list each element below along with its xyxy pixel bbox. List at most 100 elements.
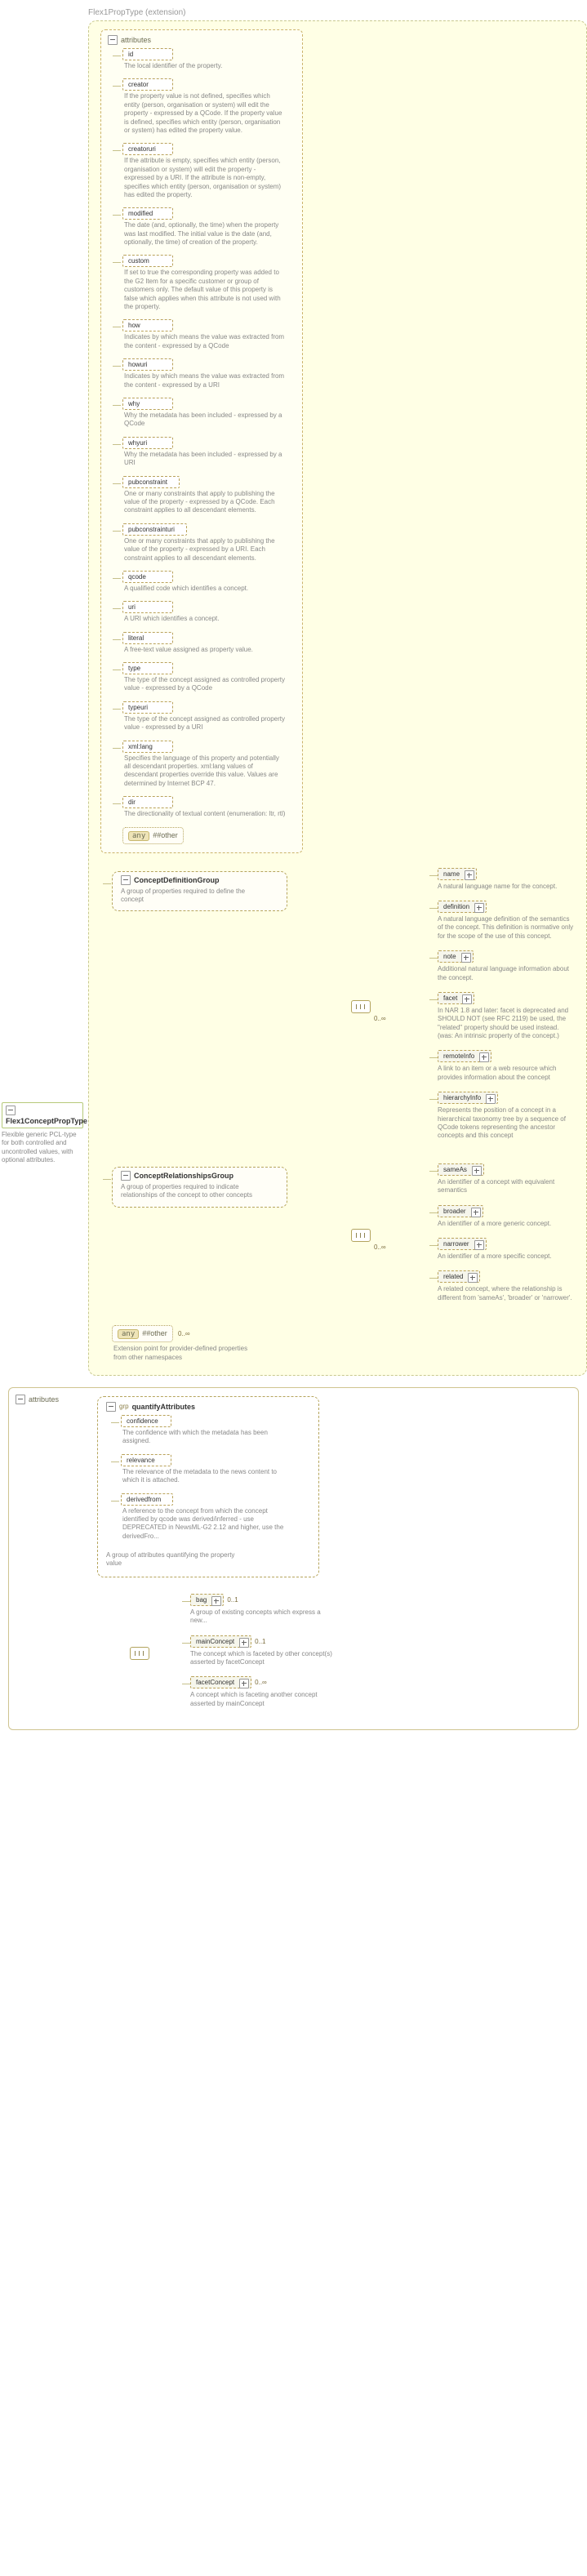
collapse-icon[interactable] — [6, 1106, 16, 1115]
attr-box[interactable]: xml:lang — [122, 741, 173, 753]
attr-desc: One or many constraints that apply to pu… — [122, 488, 287, 515]
expand-icon[interactable] — [239, 1679, 249, 1688]
attr-box[interactable]: pubconstraint — [122, 476, 180, 488]
element-box[interactable]: hierarchyInfo — [438, 1092, 498, 1104]
extension-point-desc: Extension point for provider-defined pro… — [113, 1342, 260, 1362]
attr-box[interactable]: derivedfrom — [121, 1493, 173, 1506]
attr-box[interactable]: typeuri — [122, 701, 173, 714]
element-box[interactable]: facet — [438, 992, 474, 1004]
element-desc: Additional natural language information … — [438, 963, 575, 982]
attr-box[interactable]: uri — [122, 601, 173, 613]
element-box[interactable]: note — [438, 950, 474, 963]
attr-box[interactable]: modified — [122, 207, 173, 220]
attr-box[interactable]: creator — [122, 78, 173, 91]
collapse-icon[interactable] — [121, 875, 131, 885]
group-title: ConceptRelationshipsGroup — [134, 1172, 233, 1180]
attr-box[interactable]: how — [122, 319, 173, 331]
expand-icon[interactable] — [486, 1094, 496, 1104]
element-mainconcept: mainConcept0..1 The concept which is face… — [190, 1635, 570, 1667]
element-box[interactable]: related — [438, 1270, 480, 1283]
attr-box[interactable]: qcode — [122, 571, 173, 583]
element-desc: A link to an item or a web resource whic… — [438, 1062, 575, 1082]
occurrence: 0..1 — [251, 1638, 265, 1645]
element-bag: bag0..1 A group of existing concepts whic… — [190, 1594, 570, 1626]
element-sameas: sameAsAn identifier of a concept with eq… — [438, 1163, 575, 1195]
attr-box[interactable]: whyuri — [122, 437, 173, 449]
occurrence: 0..∞ — [251, 1679, 267, 1686]
element-broader: broaderAn identifier of a more generic c… — [438, 1205, 575, 1228]
attr-box[interactable]: id — [122, 48, 173, 60]
element-note: noteAdditional natural language informat… — [438, 950, 575, 982]
attr-box[interactable]: creatoruri — [122, 143, 173, 155]
group-desc: A group of properties required to define… — [121, 885, 260, 905]
sequence-connector: 0..∞ — [287, 1159, 434, 1312]
collapse-icon[interactable] — [108, 35, 118, 45]
attr-box[interactable]: pubconstrainturi — [122, 523, 187, 536]
attr-desc: The relevance of the metadata to the new… — [121, 1466, 286, 1485]
root-type-name: Flex1ConceptPropType — [6, 1117, 87, 1125]
collapse-icon[interactable] — [16, 1395, 25, 1404]
attr-box[interactable]: literal — [122, 632, 173, 644]
element-desc: A group of existing concepts which expre… — [190, 1606, 337, 1626]
attr-box[interactable]: type — [122, 662, 173, 674]
attr-desc: If set to true the corresponding propert… — [122, 267, 287, 311]
attr-xml-lang: xml:langSpecifies the language of this p… — [122, 741, 296, 789]
attr-box[interactable]: why — [122, 398, 173, 410]
attr-box[interactable]: dir — [122, 796, 173, 808]
element-facetconcept: facetConcept0..∞ A concept which is facet… — [190, 1676, 570, 1708]
expand-icon[interactable] — [211, 1596, 221, 1606]
element-box[interactable]: definition — [438, 901, 487, 913]
element-desc: The concept which is faceted by other co… — [190, 1648, 337, 1667]
attr-desc: One or many constraints that apply to pu… — [122, 536, 287, 563]
element-name: nameA natural language name for the conc… — [438, 868, 575, 891]
collapse-icon[interactable] — [121, 1171, 131, 1181]
attr-box[interactable]: relevance — [121, 1454, 171, 1466]
occurrence: 0..1 — [224, 1596, 238, 1604]
element-box[interactable]: sameAs — [438, 1163, 484, 1176]
expand-icon[interactable] — [462, 994, 472, 1004]
attr-desc: Indicates by which means the value was e… — [122, 331, 287, 350]
expand-icon[interactable] — [239, 1638, 249, 1648]
attr-modified: modifiedThe date (and, optionally, the t… — [122, 207, 296, 247]
attr-desc: Indicates by which means the value was e… — [122, 371, 287, 389]
expand-icon[interactable] — [472, 1166, 482, 1176]
attr-desc: A URI which identifies a concept. — [122, 613, 287, 623]
group-name: quantifyAttributes — [132, 1403, 196, 1411]
expand-icon[interactable] — [468, 1273, 478, 1283]
element-box[interactable]: name — [438, 868, 477, 880]
expand-icon[interactable] — [461, 953, 471, 963]
sequence-connector — [97, 1589, 187, 1718]
expand-icon[interactable] — [465, 870, 474, 880]
attr-desc: A reference to the concept from which th… — [121, 1506, 286, 1542]
attr-box[interactable]: custom — [122, 255, 173, 267]
element-hierarchyinfo: hierarchyInfoRepresents the position of … — [438, 1092, 575, 1141]
expand-icon[interactable] — [474, 1240, 484, 1250]
expand-icon[interactable] — [471, 1208, 481, 1217]
element-box[interactable]: facetConcept — [190, 1676, 251, 1688]
element-box[interactable]: remoteInfo — [438, 1050, 491, 1062]
element-desc: An identifier of a more generic concept. — [438, 1217, 575, 1228]
any-attribute-other: any##other — [122, 827, 184, 844]
element-box[interactable]: broader — [438, 1205, 483, 1217]
element-box[interactable]: narrower — [438, 1238, 487, 1250]
expand-icon[interactable] — [474, 903, 484, 913]
element-narrower: narrowerAn identifier of a more specific… — [438, 1238, 575, 1261]
attr-desc: If the property value is not defined, sp… — [122, 91, 287, 135]
collapse-icon[interactable] — [106, 1402, 116, 1412]
attr-box[interactable]: confidence — [121, 1415, 171, 1427]
attr-desc: A qualified code which identifies a conc… — [122, 583, 287, 593]
attr-why: whyWhy the metadata has been included - … — [122, 398, 296, 429]
attr-box[interactable]: howuri — [122, 358, 173, 371]
attr-confidence: confidenceThe confidence with which the … — [121, 1415, 310, 1446]
element-desc: Represents the position of a concept in … — [438, 1104, 575, 1141]
attr-desc: The confidence with which the metadata h… — [121, 1427, 286, 1446]
element-desc: A related concept, where the relationshi… — [438, 1283, 575, 1302]
attr-desc: The local identifier of the property. — [122, 60, 287, 70]
attributes-label: attributes — [29, 1395, 59, 1404]
element-box[interactable]: mainConcept — [190, 1635, 251, 1648]
element-box[interactable]: bag — [190, 1594, 224, 1606]
attr-pubconstraint: pubconstraintOne or many constraints tha… — [122, 476, 296, 515]
extension-header: Flex1PropType (extension) — [88, 8, 587, 17]
element-desc: A concept which is faceting another conc… — [190, 1688, 337, 1708]
expand-icon[interactable] — [479, 1052, 489, 1062]
